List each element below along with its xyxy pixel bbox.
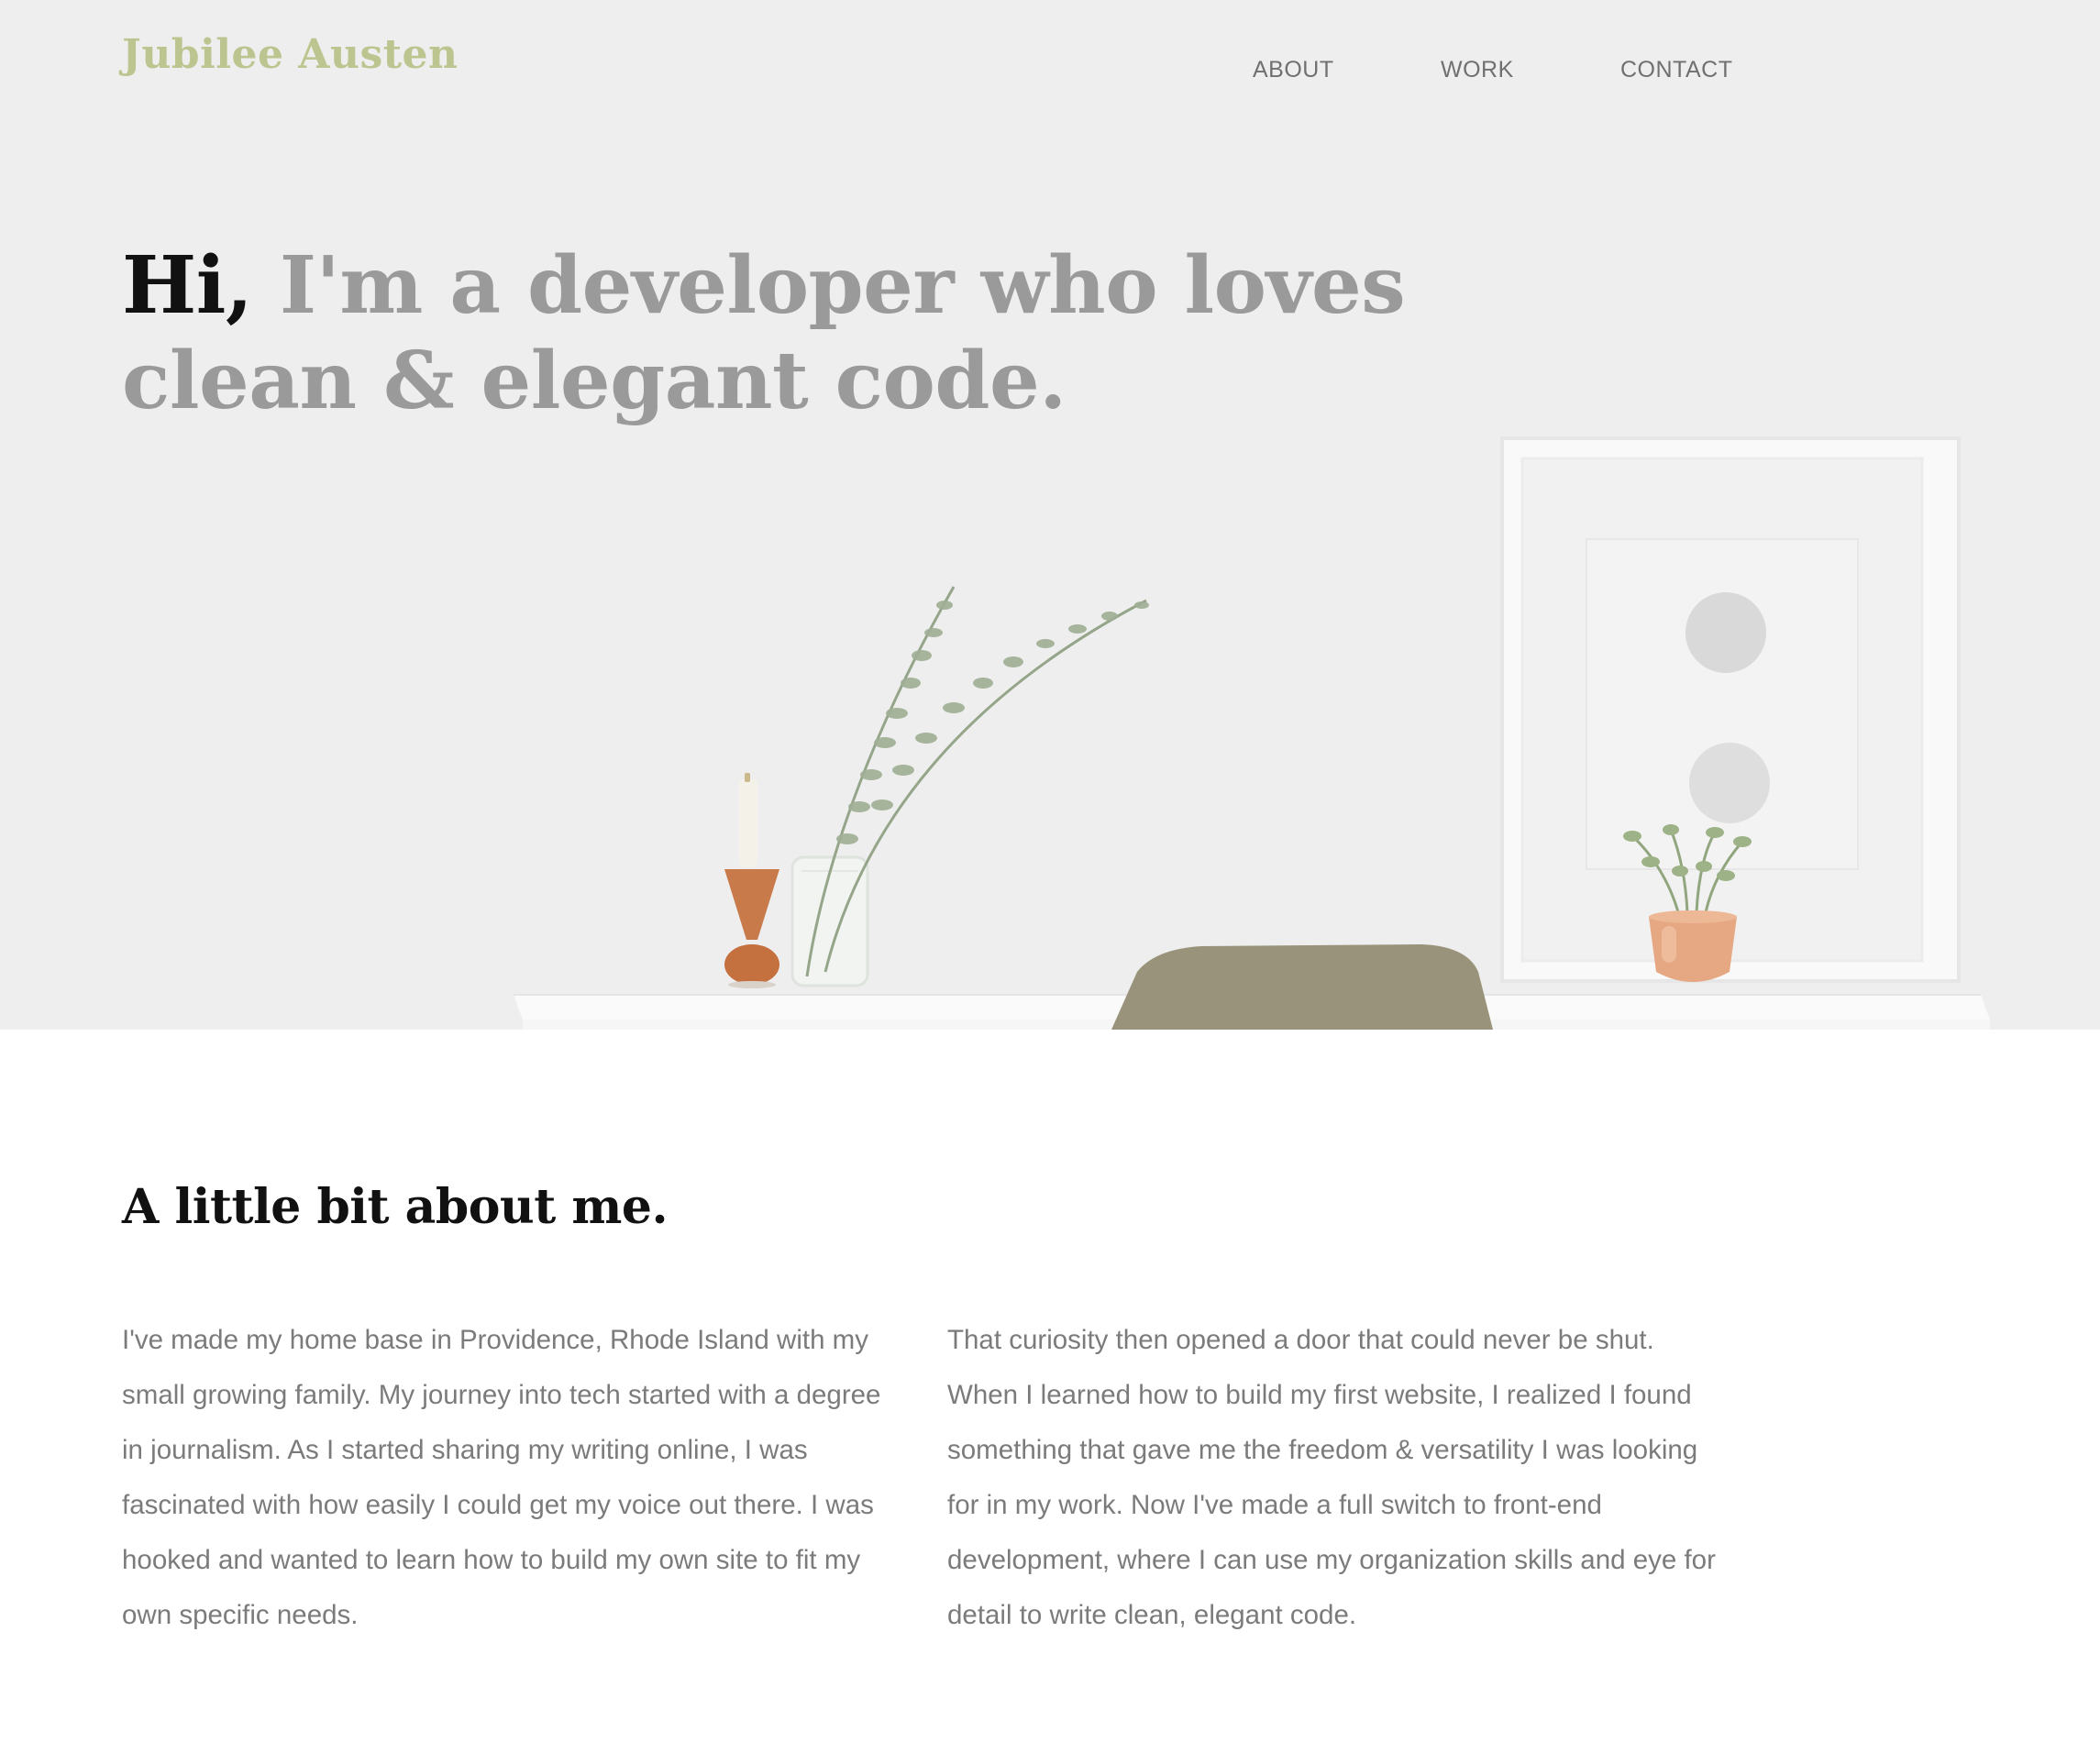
nav-link-work[interactable]: WORK <box>1441 51 1514 88</box>
nav-link-contact[interactable]: CONTACT <box>1620 51 1732 88</box>
hero-tagline: I'm a developer who loves clean & elegan… <box>122 239 1406 427</box>
picture-frame-illustration <box>1500 436 1961 983</box>
hero-greeting: Hi, <box>122 239 253 332</box>
about-paragraph-2: That curiosity then opened a door that c… <box>947 1325 1716 1630</box>
about-paragraph-1: I've made my home base in Providence, Rh… <box>122 1325 881 1630</box>
about-heading: A little bit about me. <box>122 1179 669 1235</box>
hero-headline: Hi, I'm a developer who loves clean & el… <box>122 238 1406 429</box>
site-logo[interactable]: Jubilee Austen <box>122 26 459 84</box>
nav-link-about[interactable]: ABOUT <box>1253 51 1334 88</box>
hero-background-image <box>0 0 2100 1030</box>
chair-illustration <box>1111 944 1493 1030</box>
hero-section: Jubilee Austen ABOUT WORK CONTACT Hi, I'… <box>0 0 2100 1030</box>
